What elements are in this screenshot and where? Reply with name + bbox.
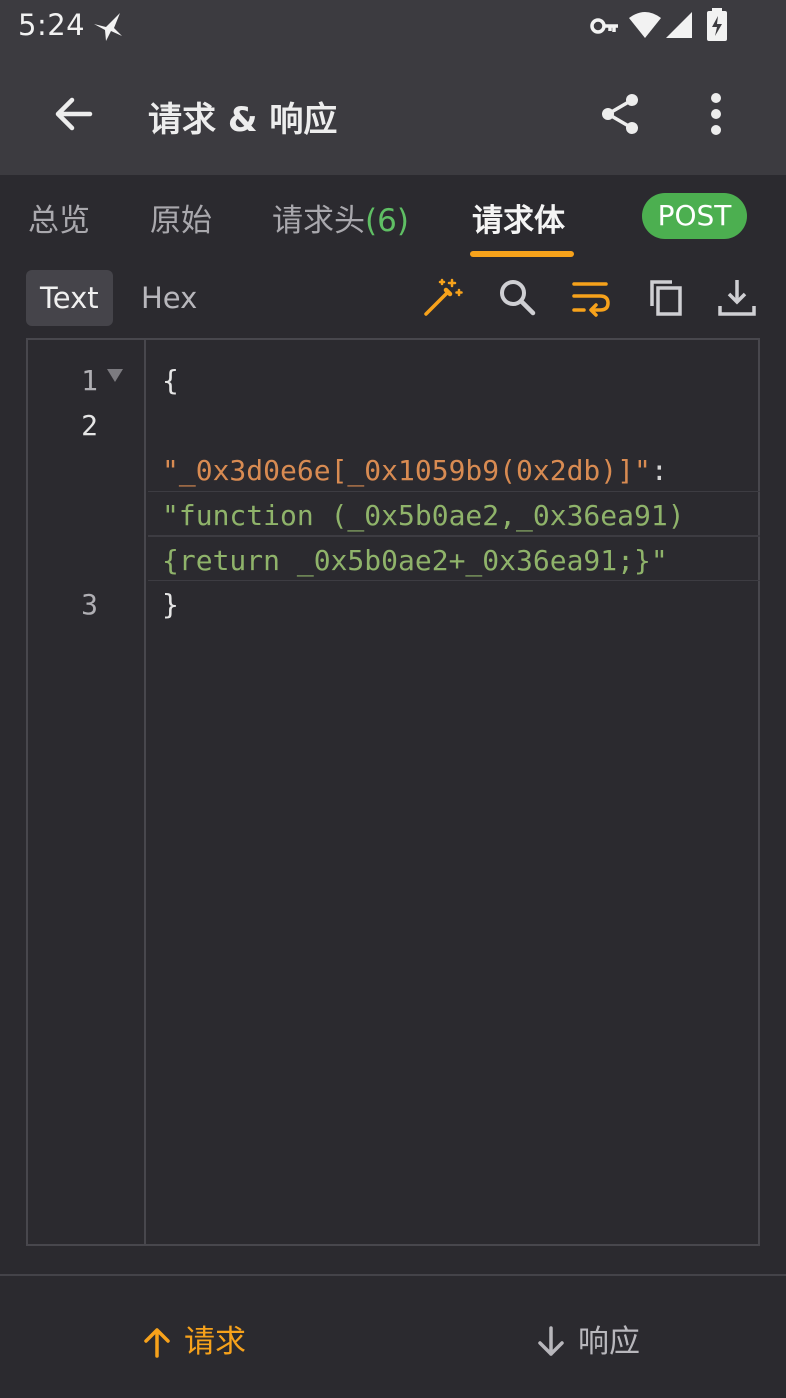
page-title: 请求 & 响应 [148, 100, 338, 140]
battery-charging-icon [707, 8, 727, 41]
tab-raw[interactable]: 原始 [150, 195, 212, 240]
vpn-key-icon [590, 18, 618, 34]
status-time: 5:24 [18, 8, 86, 42]
download-icon[interactable] [716, 276, 758, 318]
method-badge: POST [642, 193, 747, 239]
copy-icon[interactable] [644, 276, 686, 318]
response-label: 响应 [578, 1324, 640, 1360]
wrap-text-icon[interactable] [570, 276, 612, 318]
screen: 5:24 请求 & 响应 总览 原始 请求头(6) 请求体 POST Text … [0, 0, 786, 1398]
line-number-3: 3 [81, 588, 98, 621]
cellular-icon [666, 12, 692, 38]
json-colon: : [650, 454, 668, 487]
wifi-icon [629, 12, 661, 38]
search-icon[interactable] [496, 276, 538, 318]
tab-indicator [470, 251, 574, 257]
response-button[interactable]: 响应 [536, 1316, 640, 1361]
arrow-down-icon [538, 1326, 564, 1356]
json-value-part2: {return _0x5b0ae2+_0x36ea91;}" [162, 544, 668, 577]
code-editor[interactable]: 1 2 3 { "_0x3d0e6e[_0x1059b9(0x2db)]": "… [26, 338, 760, 1246]
view-mode-text[interactable]: Text [26, 270, 113, 326]
bottom-nav: 请求 响应 [0, 1274, 786, 1398]
status-bar: 5:24 [0, 0, 786, 56]
json-key: "_0x3d0e6e[_0x1059b9(0x2db)]" [162, 454, 651, 487]
code-open-brace: { [162, 364, 179, 397]
view-mode-hex[interactable]: Hex [127, 270, 211, 326]
code-close-brace: } [162, 588, 179, 621]
app-bar: 请求 & 响应 [0, 56, 786, 175]
share-icon[interactable] [596, 90, 644, 138]
back-arrow-icon[interactable] [50, 90, 98, 138]
code-area[interactable]: { "_0x3d0e6e[_0x1059b9(0x2db)]": "functi… [148, 340, 760, 1244]
format-magic-icon[interactable] [422, 276, 464, 318]
tab-request-headers-label: 请求头 [272, 203, 365, 239]
line-number-gutter: 1 2 3 [28, 340, 146, 1244]
code-key-line: "_0x3d0e6e[_0x1059b9(0x2db)]": [162, 454, 668, 487]
fold-arrow-icon[interactable] [106, 368, 124, 384]
line-number-1: 1 [81, 364, 98, 397]
tab-bar: 总览 原始 请求头(6) 请求体 POST [0, 175, 786, 260]
header-count: (6) [365, 203, 409, 239]
request-label: 请求 [184, 1324, 246, 1360]
request-button[interactable]: 请求 [142, 1316, 246, 1361]
json-value-part1: "function (_0x5b0ae2,_0x36ea91) [162, 499, 685, 532]
line-number-2: 2 [81, 409, 98, 442]
more-vert-icon[interactable] [700, 90, 732, 138]
bird-icon [94, 13, 122, 41]
tab-overview[interactable]: 总览 [28, 195, 90, 240]
arrow-up-icon [144, 1328, 170, 1358]
tab-request-headers[interactable]: 请求头(6) [272, 195, 409, 240]
tab-request-body[interactable]: 请求体 [472, 195, 565, 240]
body-toolbar: Text Hex [0, 260, 786, 338]
